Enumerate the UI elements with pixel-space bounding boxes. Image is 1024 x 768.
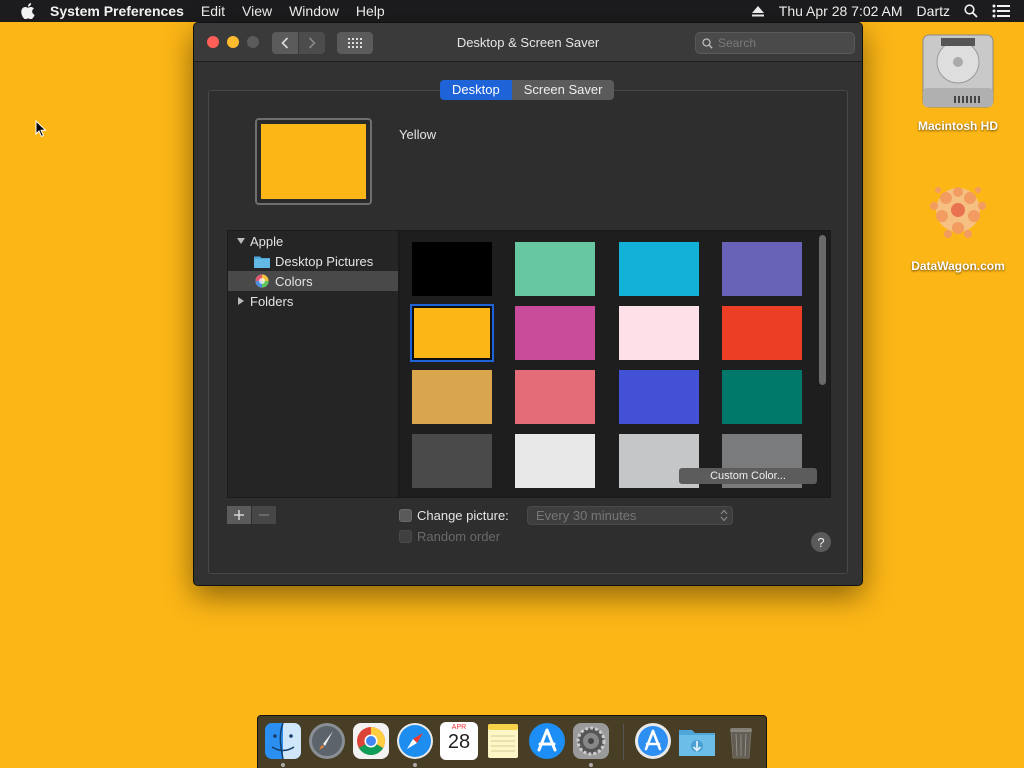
interval-value: Every 30 minutes — [536, 508, 637, 523]
random-order-label: Random order — [417, 529, 501, 544]
search-icon — [702, 37, 713, 49]
color-swatch[interactable] — [410, 304, 494, 362]
sidebar-item-label: Apple — [250, 233, 284, 249]
sidebar-item-colors[interactable]: Colors — [228, 271, 398, 291]
color-swatch[interactable] — [412, 370, 492, 424]
selected-picture-name: Yellow — [399, 127, 437, 142]
change-picture-checkbox[interactable] — [399, 509, 412, 522]
calendar-day: 28 — [447, 731, 471, 753]
chrome-icon[interactable] — [352, 722, 390, 760]
dock-separator — [623, 724, 624, 760]
preview-color — [261, 124, 366, 199]
menubar-user[interactable]: Dartz — [917, 3, 950, 19]
menu-window[interactable]: Window — [289, 3, 339, 19]
desktop-icon-macintosh-hd[interactable]: Macintosh HD — [898, 32, 1018, 133]
custom-color-button[interactable]: Custom Color... — [679, 468, 817, 484]
sidebar-item-desktop-pictures[interactable]: Desktop Pictures — [228, 251, 398, 271]
apple-menu-icon[interactable] — [20, 3, 36, 19]
system-preferences-icon[interactable] — [572, 722, 610, 760]
downloads-folder-icon[interactable] — [678, 722, 716, 760]
eject-icon[interactable] — [751, 5, 765, 17]
updown-arrows-icon — [720, 509, 728, 522]
color-swatch[interactable] — [619, 242, 699, 296]
notes-icon[interactable] — [484, 722, 522, 760]
grid-scrollbar[interactable] — [819, 235, 826, 385]
color-swatch[interactable] — [515, 242, 595, 296]
finder-icon[interactable] — [264, 722, 302, 760]
sidebar-item-label: Folders — [250, 293, 294, 309]
notification-center-icon[interactable] — [992, 4, 1010, 18]
color-swatch[interactable] — [619, 370, 699, 424]
color-swatch[interactable] — [515, 370, 595, 424]
change-picture-label: Change picture: — [417, 508, 509, 523]
folder-icon — [254, 256, 270, 268]
datawagon-image-icon — [930, 187, 986, 238]
desktop-icon-datawagon[interactable]: DataWagon.com — [898, 170, 1018, 273]
mouse-pointer-icon — [35, 119, 47, 143]
help-button[interactable]: ? — [811, 532, 831, 552]
menu-help[interactable]: Help — [356, 3, 385, 19]
add-folder-button[interactable] — [227, 506, 251, 524]
running-indicator — [589, 763, 593, 767]
color-swatch[interactable] — [619, 306, 699, 360]
search-field[interactable] — [695, 32, 855, 54]
disclosure-down-icon[interactable] — [236, 236, 246, 246]
menu-edit[interactable]: Edit — [201, 3, 225, 19]
plus-icon — [234, 510, 244, 520]
calendar-icon[interactable]: APR 28 — [440, 722, 478, 760]
color-swatch[interactable] — [722, 306, 802, 360]
color-swatch[interactable] — [515, 306, 595, 360]
color-swatch-grid — [399, 230, 831, 498]
desktop-icon-label: Macintosh HD — [917, 119, 998, 133]
menu-view[interactable]: View — [242, 3, 272, 19]
color-swatch[interactable] — [722, 370, 802, 424]
minus-icon — [259, 514, 269, 516]
search-input[interactable] — [718, 36, 838, 50]
color-wheel-icon — [255, 274, 269, 288]
color-swatch[interactable] — [412, 242, 492, 296]
desktop-screensaver-window: Desktop & Screen Saver Desktop Screen Sa… — [193, 22, 863, 586]
trash-icon[interactable] — [722, 722, 760, 760]
menu-bar: System Preferences Edit View Window Help… — [0, 0, 1024, 22]
sidebar-item-label: Desktop Pictures — [275, 253, 374, 269]
random-order-checkbox[interactable] — [399, 530, 412, 543]
color-swatch[interactable] — [412, 434, 492, 488]
running-indicator — [413, 763, 417, 767]
calendar-month: APR — [451, 724, 467, 731]
dock: APR 28 — [257, 715, 767, 768]
running-indicator — [281, 763, 285, 767]
sidebar-item-label: Colors — [275, 273, 313, 289]
interval-popup[interactable]: Every 30 minutes — [527, 506, 733, 525]
title-bar[interactable]: Desktop & Screen Saver — [194, 23, 862, 62]
hard-drive-icon — [922, 34, 994, 108]
tab-screen-saver[interactable]: Screen Saver — [511, 80, 615, 100]
color-swatch[interactable] — [722, 242, 802, 296]
app-menu-system-preferences[interactable]: System Preferences — [50, 3, 184, 19]
color-swatch[interactable] — [515, 434, 595, 488]
remove-folder-button[interactable] — [252, 506, 276, 524]
add-remove-buttons — [227, 506, 276, 526]
launchpad-icon[interactable] — [308, 722, 346, 760]
safari-icon[interactable] — [396, 722, 434, 760]
app-store-icon[interactable] — [528, 722, 566, 760]
tab-desktop[interactable]: Desktop — [440, 80, 512, 100]
source-sidebar: Apple Desktop Pictures Colors Folders — [227, 230, 399, 498]
desktop-preview — [255, 118, 372, 205]
disclosure-right-icon[interactable] — [236, 296, 246, 306]
spotlight-search-icon[interactable] — [964, 4, 978, 18]
sidebar-item-apple[interactable]: Apple — [228, 231, 398, 251]
sidebar-item-folders[interactable]: Folders — [228, 291, 398, 311]
app-store-download-icon[interactable] — [634, 722, 672, 760]
menubar-clock[interactable]: Thu Apr 28 7:02 AM — [779, 3, 903, 19]
tab-segmented-control: Desktop Screen Saver — [440, 80, 615, 100]
desktop-icon-label: DataWagon.com — [911, 259, 1005, 273]
